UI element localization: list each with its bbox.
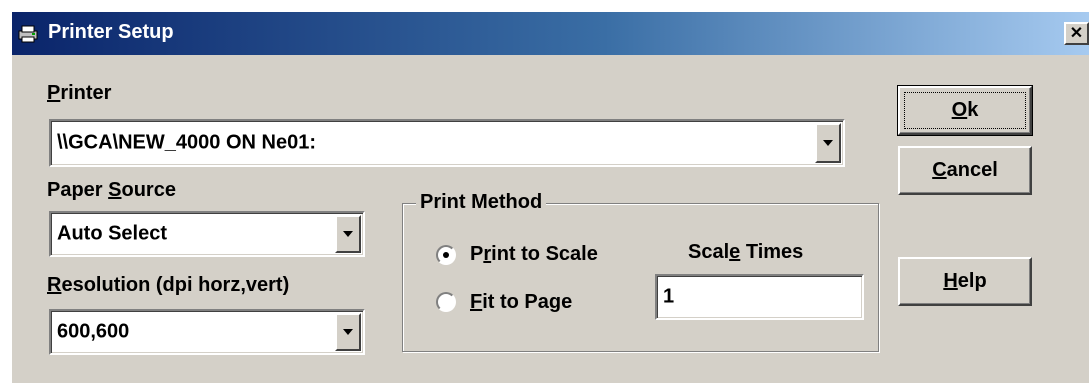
paper-source-value: Auto Select	[57, 222, 168, 245]
chevron-down-icon	[343, 329, 353, 335]
printer-value: \\GCA\NEW_4000 ON Ne01:	[57, 131, 316, 154]
scale-times-label: Scale Times	[688, 241, 804, 263]
chevron-down-icon	[823, 140, 833, 146]
chevron-down-icon	[343, 231, 353, 237]
printer-dropdown[interactable]: \\GCA\NEW_4000 ON Ne01:	[49, 119, 845, 167]
radio-fit-to-page[interactable]	[436, 292, 456, 312]
cancel-button[interactable]: Cancel	[898, 146, 1032, 195]
printer-dropdown-button[interactable]	[815, 123, 841, 163]
close-button[interactable]: ✕	[1064, 22, 1089, 45]
paper-source-dropdown-button[interactable]	[335, 215, 361, 253]
paper-source-dropdown[interactable]: Auto Select	[49, 211, 365, 257]
close-icon: ✕	[1069, 24, 1084, 42]
focus-rectangle	[904, 92, 1026, 129]
resolution-dropdown[interactable]: 600,600	[49, 309, 365, 355]
print-to-scale-label[interactable]: Print to Scale	[470, 243, 598, 266]
scale-times-value: 1	[663, 285, 675, 308]
help-button-label: Help	[943, 270, 987, 292]
printer-label: Printer	[47, 82, 112, 104]
title-bar[interactable]: Printer Setup ✕	[12, 12, 1089, 55]
printer-setup-dialog: Printer Setup ✕ Printer \\GCA\NEW_4000 O…	[10, 10, 1089, 383]
radio-selected-dot	[443, 252, 449, 258]
paper-source-label: Paper Source	[47, 179, 176, 201]
ok-button[interactable]: Ok	[897, 85, 1033, 136]
help-button[interactable]: Help	[898, 257, 1032, 306]
cancel-button-label: Cancel	[932, 159, 998, 181]
resolution-dropdown-button[interactable]	[335, 313, 361, 351]
print-method-title: Print Method	[416, 191, 547, 214]
resolution-label: Resolution (dpi horz,vert)	[47, 274, 290, 296]
fit-to-page-label[interactable]: Fit to Page	[470, 291, 572, 314]
resolution-value: 600,600	[57, 320, 130, 343]
radio-print-to-scale[interactable]	[436, 245, 456, 265]
scale-times-input[interactable]: 1	[655, 274, 864, 320]
printer-icon	[18, 25, 38, 43]
window-title: Printer Setup	[48, 21, 174, 43]
